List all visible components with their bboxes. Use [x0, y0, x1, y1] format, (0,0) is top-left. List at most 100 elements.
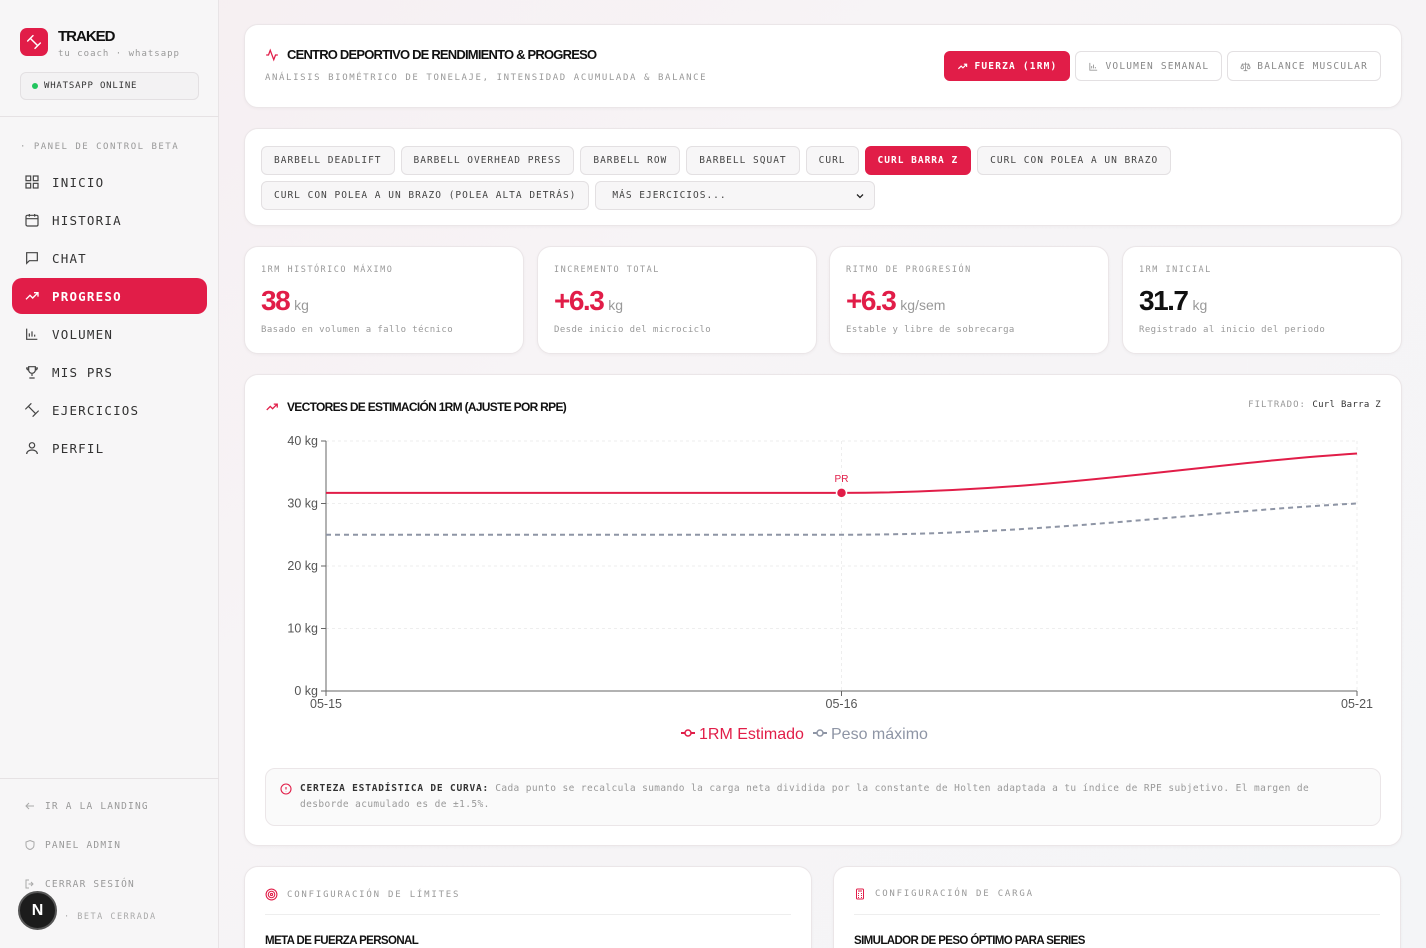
- sidebar-item-perfil[interactable]: PERFIL: [12, 430, 207, 466]
- exercise-chip[interactable]: CURL CON POLEA A UN BRAZO (POLEA ALTA DE…: [261, 181, 590, 210]
- divider: [0, 778, 219, 779]
- limits-config-label-text: CONFIGURACIÓN DE LÍMITES: [287, 889, 461, 900]
- stat-label: INCREMENTO TOTAL: [554, 265, 660, 275]
- trending-up-icon: [958, 63, 968, 69]
- exercise-chip[interactable]: CURL CON POLEA A UN BRAZO: [977, 146, 1172, 175]
- beta-label: · BETA CERRADA: [64, 912, 157, 922]
- stat-value: 38 kg: [261, 285, 309, 317]
- stat-description: Desde inicio del microciclo: [554, 325, 712, 335]
- exercise-selector: BARBELL DEADLIFT BARBELL OVERHEAD PRESS …: [244, 128, 1402, 226]
- stat-value: +6.3 kg/sem: [846, 285, 945, 317]
- logout-link[interactable]: CERRAR SESIÓN: [24, 876, 149, 892]
- sidebar-item-volumen[interactable]: VOLUMEN: [12, 316, 207, 352]
- sidebar-item-progreso[interactable]: PROGRESO: [12, 278, 207, 314]
- panel-section-label: · PANEL DE CONTROL BETA: [20, 142, 180, 152]
- exercise-chip[interactable]: CURL: [805, 146, 859, 175]
- stat-card-increment: INCREMENTO TOTAL +6.3 kg Desde inicio de…: [537, 246, 817, 354]
- stat-label: 1RM HISTÓRICO MÁXIMO: [261, 265, 394, 275]
- sidebar-item-label: PROGRESO: [52, 288, 122, 304]
- stat-number: +6.3: [846, 285, 897, 316]
- tab-volumen-semanal[interactable]: VOLUMEN SEMANAL: [1075, 51, 1223, 81]
- sidebar-item-ejercicios[interactable]: EJERCICIOS: [12, 392, 207, 428]
- sidebar-item-label: MIS PRS: [52, 364, 114, 380]
- y-tick-label: 30 kg: [287, 497, 318, 511]
- stat-card-1rm-max: 1RM HISTÓRICO MÁXIMO 38 kg Basado en vol…: [244, 246, 524, 354]
- x-tick-label: 05-21: [1341, 697, 1373, 711]
- stat-number: 38: [261, 285, 291, 316]
- exercise-chip[interactable]: BARBELL OVERHEAD PRESS: [400, 146, 575, 175]
- divider: [854, 914, 1380, 915]
- exercise-chip-row: CURL CON POLEA A UN BRAZO (POLEA ALTA DE…: [261, 181, 876, 210]
- pr-label: PR: [835, 474, 849, 485]
- limits-config-card: CONFIGURACIÓN DE LÍMITES META DE FUERZA …: [244, 866, 812, 948]
- simulator-title: SIMULADOR DE PESO ÓPTIMO PARA SERIES: [854, 935, 1085, 947]
- admin-link-label: PANEL ADMIN: [45, 839, 122, 851]
- x-tick-label: 05-16: [826, 697, 858, 711]
- exercise-chip[interactable]: BARBELL SQUAT: [686, 146, 800, 175]
- legend-marker-dot: [816, 729, 824, 737]
- tab-label: BALANCE MUSCULAR: [1257, 60, 1368, 72]
- chart-title-text: VECTORES DE ESTIMACIÓN 1RM (AJUSTE POR R…: [287, 400, 567, 414]
- stat-unit: kg: [608, 297, 624, 313]
- scale-icon: [1240, 61, 1251, 71]
- line-chart: 0 kg 10 kg 20 kg 30 kg 40 kg 05-15 05-16 05-21 P…: [287, 434, 1373, 743]
- dumbbell-icon: [25, 403, 39, 417]
- exercise-chip[interactable]: BARBELL DEADLIFT: [261, 146, 395, 175]
- page-subtitle: ANÁLISIS BIOMÉTRICO DE TONELAJE, INTENSI…: [265, 73, 708, 83]
- arrow-left-icon: [25, 802, 34, 810]
- exercise-chip-active[interactable]: CURL BARRA Z: [864, 146, 972, 175]
- sidebar-nav: INICIO HISTORIA CHAT PROGRESO VOLUMEN MI…: [12, 164, 207, 468]
- sidebar-item-historia[interactable]: HISTORIA: [12, 202, 207, 238]
- strength-goal-title: META DE FUERZA PERSONAL: [265, 935, 419, 947]
- tab-fuerza[interactable]: FUERZA (1RM): [944, 51, 1071, 81]
- stat-value: 31.7 kg: [1139, 285, 1207, 317]
- exercise-chip[interactable]: BARBELL ROW: [580, 146, 681, 175]
- stat-description: Basado en volumen a fallo técnico: [261, 325, 454, 335]
- sidebar-item-label: CHAT: [52, 250, 87, 266]
- stat-unit: kg: [294, 297, 309, 313]
- exercise-chip-row: BARBELL DEADLIFT BARBELL OVERHEAD PRESS …: [261, 146, 1172, 175]
- sidebar: TRAKED tu coach · whatsapp WHATSAPP ONLI…: [0, 0, 219, 948]
- chevron-down-icon: [856, 193, 864, 198]
- sidebar-item-label: VOLUMEN: [52, 326, 114, 342]
- sidebar-item-inicio[interactable]: INICIO: [12, 164, 207, 200]
- stat-number: 31.7: [1139, 285, 1189, 316]
- landing-link[interactable]: IR A LA LANDING: [24, 798, 149, 814]
- divider: [0, 116, 219, 117]
- stat-unit: kg/sem: [900, 297, 946, 313]
- whatsapp-status: WHATSAPP ONLINE: [20, 72, 199, 100]
- sidebar-item-mis-prs[interactable]: MIS PRS: [12, 354, 207, 390]
- chat-icon: [26, 252, 38, 265]
- stat-card-initial: 1RM INICIAL 31.7 kg Registrado al inicio…: [1122, 246, 1402, 354]
- whatsapp-status-label: WHATSAPP ONLINE: [44, 81, 138, 91]
- tab-label: FUERZA (1RM): [974, 60, 1058, 72]
- chart-filter-value: Curl Barra Z: [1312, 400, 1381, 410]
- stat-value: +6.3 kg: [554, 285, 623, 317]
- more-exercises-select[interactable]: MÁS EJERCICIOS...: [595, 181, 876, 210]
- page-title: CENTRO DEPORTIVO DE RENDIMIENTO & PROGRE…: [265, 47, 597, 62]
- sidebar-item-label: PERFIL: [52, 440, 105, 456]
- stat-card-rate: RITMO DE PROGRESIÓN +6.3 kg/sem Estable …: [829, 246, 1109, 354]
- n-badge-button[interactable]: N: [18, 891, 57, 930]
- grid-icon: [25, 175, 39, 189]
- pr-point: [835, 487, 848, 499]
- limits-config-label: CONFIGURACIÓN DE LÍMITES: [265, 888, 460, 901]
- legend-marker-dot: [684, 729, 692, 737]
- legend-label: 1RM Estimado: [699, 726, 804, 743]
- chart-filter-label: FILTRADO:: [1248, 400, 1306, 410]
- brand[interactable]: TRAKED tu coach · whatsapp: [20, 28, 180, 59]
- chart-title: VECTORES DE ESTIMACIÓN 1RM (AJUSTE POR R…: [265, 400, 567, 414]
- admin-link[interactable]: PANEL ADMIN: [24, 837, 149, 853]
- tab-label: VOLUMEN SEMANAL: [1105, 60, 1210, 72]
- divider: [265, 914, 791, 915]
- view-tabs: FUERZA (1RM) VOLUMEN SEMANAL BALANCE MUS…: [944, 51, 1381, 81]
- chart-card: 0 kg 10 kg 20 kg 30 kg 40 kg 05-15 05-16 05-21 P…: [244, 374, 1402, 846]
- x-tick-label: 05-15: [310, 697, 342, 711]
- load-config-label: CONFIGURACIÓN DE CARGA: [854, 888, 1034, 900]
- legend-label: Peso máximo: [831, 726, 928, 743]
- sidebar-item-chat[interactable]: CHAT: [12, 240, 207, 276]
- tab-balance-muscular[interactable]: BALANCE MUSCULAR: [1227, 51, 1381, 81]
- sidebar-item-label: EJERCICIOS: [52, 402, 140, 418]
- trophy-icon: [26, 366, 38, 379]
- bar-chart-icon: [26, 328, 38, 340]
